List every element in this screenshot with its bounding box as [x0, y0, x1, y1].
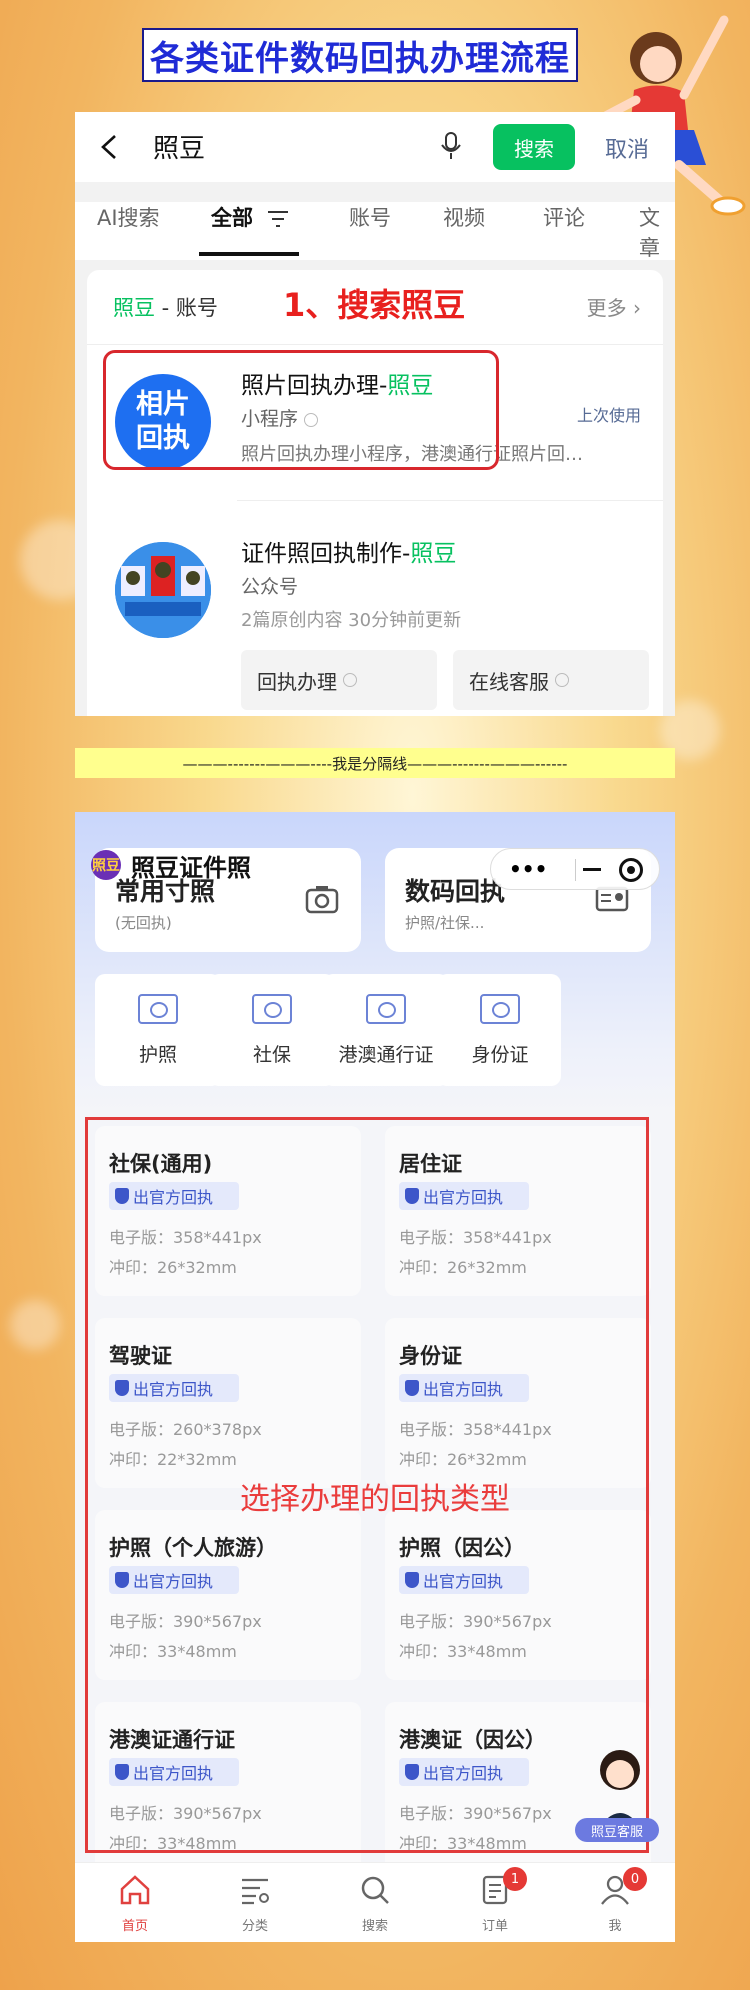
bokeh-light [10, 1300, 60, 1350]
filter-icon[interactable] [267, 210, 289, 228]
microphone-icon[interactable] [439, 131, 463, 161]
official-account-avatar[interactable] [115, 542, 211, 638]
search-icon [361, 1876, 389, 1904]
tab-active-indicator [199, 252, 299, 256]
back-arrow-icon[interactable] [95, 132, 125, 162]
tab-articles[interactable]: 文章 [639, 202, 675, 262]
tab-category[interactable]: 分类 [195, 1873, 315, 1934]
result-meta: 2篇原创内容 30分钟前更新 [241, 610, 462, 631]
link-icon [343, 673, 357, 687]
online-service-button[interactable]: 在线客服 [453, 650, 649, 710]
customer-service-label[interactable]: 照豆客服 [575, 1818, 659, 1842]
tab-ai-search[interactable]: AI搜索 [97, 202, 160, 232]
tab-accounts[interactable]: 账号 [349, 202, 391, 232]
type-hk-macau-pass[interactable]: 港澳通行证 [323, 974, 449, 1086]
more-dots-icon[interactable]: ••• [509, 857, 547, 881]
miniapp-logo: 照豆 [91, 850, 121, 880]
more-link[interactable]: 更多 › [587, 292, 641, 321]
highlight-box [103, 350, 499, 470]
search-button[interactable]: 搜索 [493, 124, 575, 170]
type-social-security[interactable]: 社保 [209, 974, 335, 1086]
tab-all[interactable]: 全部 [211, 202, 253, 232]
type-passport[interactable]: 护照 [95, 974, 221, 1086]
tab-orders[interactable]: 1 订单 [435, 1867, 555, 1934]
step-annotation: 选择办理的回执类型 [240, 1482, 510, 1517]
receipt-service-button[interactable]: 回执办理 [241, 650, 437, 710]
section-title: 照豆 - 账号 [113, 296, 218, 320]
type-id-card[interactable]: 身份证 [437, 974, 561, 1086]
tab-me[interactable]: 0 我 [555, 1867, 675, 1934]
step-annotation: 1、搜索照豆 [283, 286, 466, 324]
me-badge: 0 [623, 1867, 647, 1891]
tab-videos[interactable]: 视频 [443, 202, 485, 232]
category-icon [242, 1878, 269, 1905]
result-title[interactable]: 证件照回执制作-照豆 [241, 534, 456, 568]
passport-icon [138, 994, 178, 1024]
miniapp-screenshot: 常用寸照 (无回执) 数码回执 护照/社保... 照豆 照豆证件照 ••• 护照… [75, 812, 675, 1942]
capsule-divider [575, 859, 576, 881]
id-card-icon [480, 994, 520, 1024]
orders-badge: 1 [503, 1867, 527, 1891]
home-icon [120, 1875, 150, 1905]
cancel-button[interactable]: 取消 [605, 132, 649, 164]
page-title: 各类证件数码回执办理流程 [142, 28, 578, 82]
hk-macau-pass-icon [366, 994, 406, 1024]
minimize-icon[interactable] [583, 868, 601, 871]
divider [87, 344, 663, 345]
search-screenshot: 照豆 搜索 取消 AI搜索 全部 账号 视频 评论 文章 照豆 - 账号 1、搜… [75, 112, 675, 716]
account-results-card: 照豆 - 账号 1、搜索照豆 更多 › 相片 回执 照片回执办理-照豆 小程序 … [87, 270, 663, 716]
bottom-tabbar: 首页 分类 搜索 1 订单 0 我 [75, 1862, 675, 1942]
search-tabs: AI搜索 全部 账号 视频 评论 文章 [75, 202, 675, 260]
search-bar: 照豆 搜索 取消 [75, 112, 675, 182]
divider [237, 500, 663, 501]
miniapp-name: 照豆证件照 [131, 854, 251, 882]
miniapp-capsule: ••• [490, 848, 660, 890]
tab-home[interactable]: 首页 [75, 1873, 195, 1934]
close-target-icon[interactable] [619, 858, 643, 882]
tab-search[interactable]: 搜索 [315, 1873, 435, 1934]
social-security-icon [252, 994, 292, 1024]
link-icon [555, 673, 569, 687]
camera-icon [305, 886, 339, 914]
separator-line: ———-------———----我是分隔线———-------———-----… [75, 748, 675, 778]
last-used-badge: 上次使用 [576, 406, 641, 425]
search-input[interactable]: 照豆 [153, 128, 205, 165]
result-type: 公众号 [241, 576, 299, 598]
tab-comments[interactable]: 评论 [543, 202, 585, 232]
